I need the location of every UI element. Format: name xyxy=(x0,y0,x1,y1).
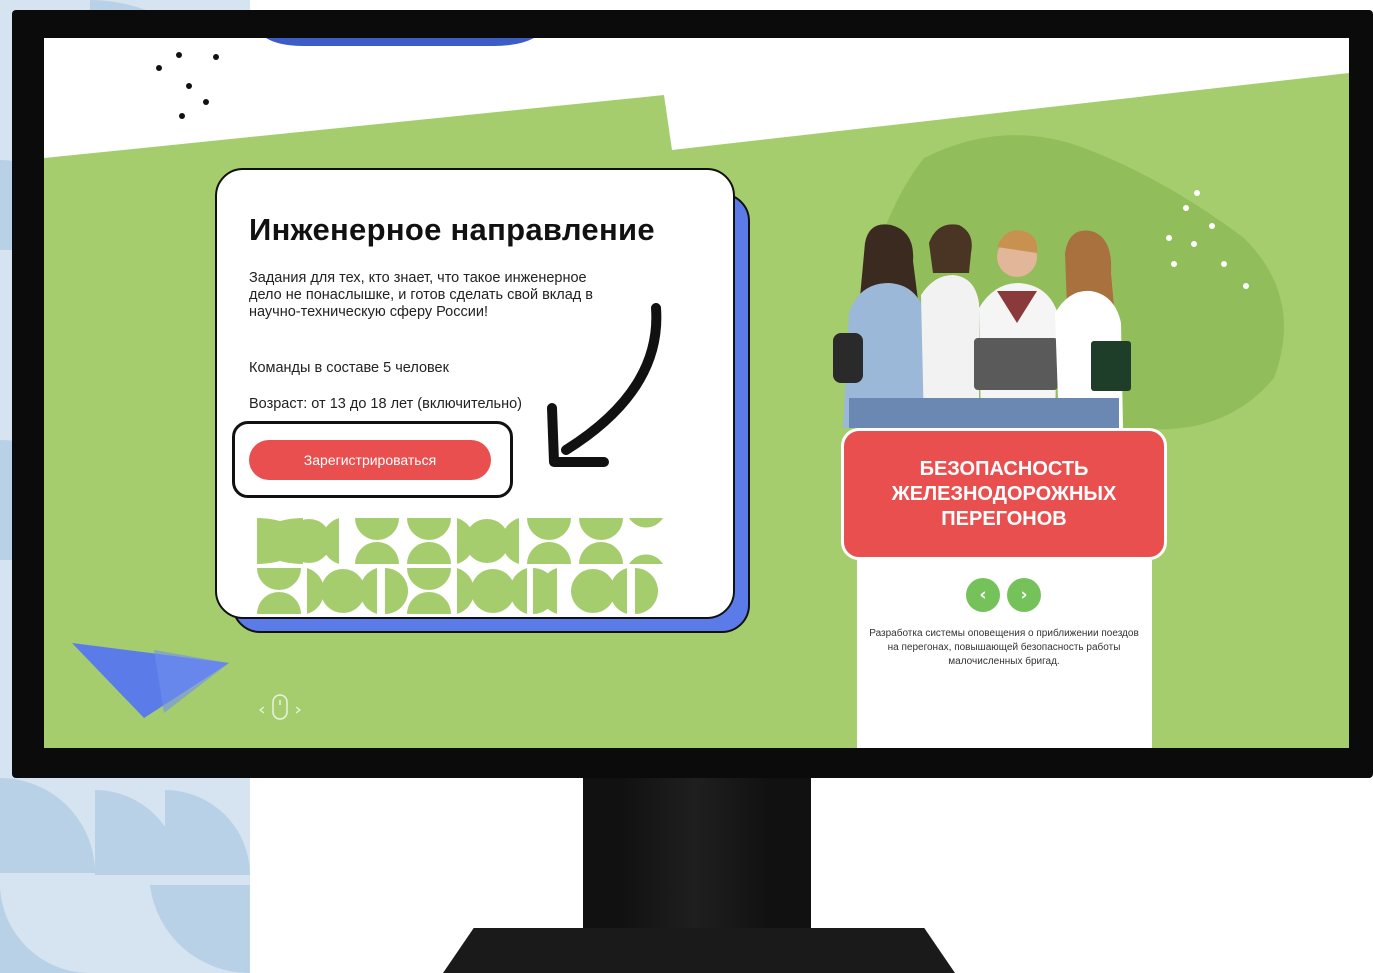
next-slide-button[interactable]: › xyxy=(1007,578,1041,612)
project-title-card: Безопасность железнодорожных перегонов xyxy=(841,428,1167,560)
monitor-stand-highlight xyxy=(620,778,770,930)
pointer-arrow-icon xyxy=(547,303,662,467)
scroll-mouse-icon xyxy=(259,694,301,720)
geometric-pattern xyxy=(257,518,663,614)
age-range-text: Возраст: от 13 до 18 лет (включительно) xyxy=(249,396,522,412)
prev-slide-button[interactable]: ‹ xyxy=(966,578,1000,612)
project-title: Безопасность железнодорожных перегонов xyxy=(891,457,1117,530)
chevron-left-icon: ‹ xyxy=(979,585,987,605)
team-size-text: Команды в составе 5 человек xyxy=(249,360,449,376)
project-description: Разработка системы оповещения о приближе… xyxy=(869,628,1139,667)
card-title: Инженерное направление xyxy=(249,212,655,247)
chevron-right-icon: › xyxy=(1020,585,1028,605)
monitor-base xyxy=(443,928,955,973)
register-highlight-frame xyxy=(232,421,513,498)
monitor-screen: Инженерное направление Задания для тех, … xyxy=(44,38,1349,748)
students-photo xyxy=(833,224,1131,428)
